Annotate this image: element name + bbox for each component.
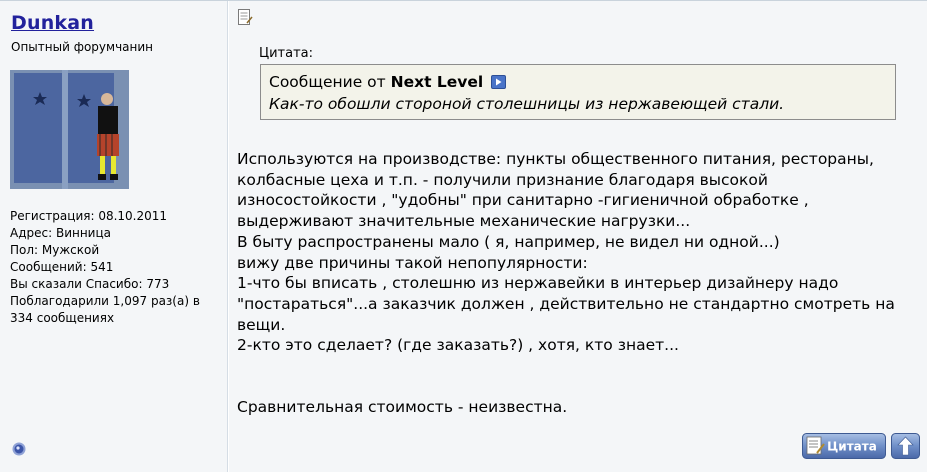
quote-button[interactable]: Цитата	[802, 433, 886, 459]
online-status-icon	[12, 442, 26, 456]
message-line: колбасные цеха и т.п. - получили признан…	[237, 170, 768, 189]
user-title: Опытный форумчанин	[11, 40, 153, 54]
message-line: вижу две причины такой непопулярности:	[237, 253, 588, 272]
post-document-icon	[238, 9, 253, 25]
user-join-date: Регистрация: 08.10.2011	[10, 209, 168, 223]
user-thanks-received: Поблагодарили 1,097 раз(а) в 334 сообщен…	[10, 294, 200, 325]
user-gender: Пол: Мужской	[10, 243, 100, 257]
quote-prefix: Сообщение от	[269, 73, 386, 91]
quote-text: Как-то обошли стороной столешницы из нер…	[269, 95, 785, 113]
message-line: выдерживают значительные механические на…	[237, 212, 691, 231]
scroll-top-icon[interactable]	[891, 433, 920, 459]
user-info: Регистрация: 08.10.2011 Адрес: Винница П…	[10, 208, 222, 327]
user-post-count: Сообщений: 541	[10, 260, 114, 274]
username-link[interactable]: Dunkan	[11, 12, 94, 34]
message-line: "постараться"...а заказчик должен , дейс…	[237, 294, 895, 313]
message-line: Используются на производстве: пункты общ…	[237, 150, 874, 168]
user-panel: Dunkan Опытный форумчанин Регистрация: 0…	[0, 1, 228, 472]
post-message: Используются на производстве: пункты общ…	[237, 149, 917, 418]
message-line: 1-что бы вписать , столешню из нержавейк…	[237, 274, 839, 293]
quote-header: Сообщение от Next Level	[269, 73, 507, 91]
post-content: Цитата: Сообщение от Next Level Как-то о…	[229, 1, 927, 472]
quote-author: Next Level	[390, 73, 484, 91]
quote-button-label: Цитата	[827, 440, 877, 454]
message-closing: Сравнительная стоимость - неизвестна.	[237, 398, 568, 417]
goto-post-icon[interactable]	[491, 75, 507, 89]
message-line: износостойкости , "удобны" при санитарно…	[237, 191, 809, 210]
message-line: 2-кто это сделает? (где заказать?) , хот…	[237, 336, 679, 355]
user-thanks-given: Вы сказали Спасибо: 773	[10, 277, 170, 291]
forum-post: Dunkan Опытный форумчанин Регистрация: 0…	[0, 0, 927, 472]
message-line: вещи.	[237, 315, 286, 334]
quote-block: Сообщение от Next Level Как-то обошли ст…	[260, 64, 896, 120]
user-location: Адрес: Винница	[10, 226, 112, 240]
avatar-image	[10, 70, 129, 189]
avatar[interactable]	[10, 70, 129, 189]
quote-caption: Цитата:	[259, 46, 313, 61]
message-line: В быту распространены мало ( я, например…	[237, 232, 780, 251]
